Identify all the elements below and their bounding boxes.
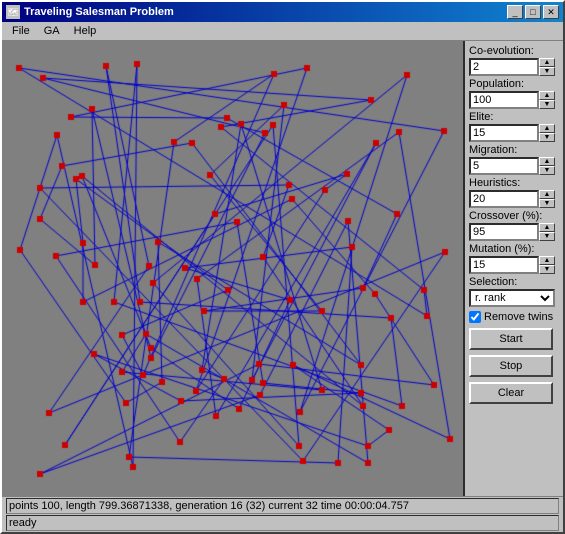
crossover-label: Crossover (%): [469,210,559,222]
coevolution-down[interactable]: ▼ [539,67,555,76]
status-info: points 100, length 799.36871338, generat… [6,498,559,514]
status-state: ready [6,515,559,531]
status-bar: points 100, length 799.36871338, generat… [2,496,563,532]
tsp-canvas-area[interactable] [2,41,463,496]
tsp-visualization [2,41,463,496]
mutation-spin-buttons: ▲ ▼ [539,256,555,274]
heuristics-up[interactable]: ▲ [539,190,555,199]
elite-spin-buttons: ▲ ▼ [539,124,555,142]
population-group: Population: ▲ ▼ [469,78,559,109]
coevolution-group: Co-evolution: ▲ ▼ [469,45,559,76]
migration-group: Migration: ▲ ▼ [469,144,559,175]
heuristics-spin-buttons: ▲ ▼ [539,190,555,208]
stop-button[interactable]: Stop [469,355,553,377]
crossover-group: Crossover (%): ▲ ▼ [469,210,559,241]
population-label: Population: [469,78,559,90]
heuristics-input[interactable] [469,190,539,208]
elite-spin-row: ▲ ▼ [469,124,559,142]
population-spin-row: ▲ ▼ [469,91,559,109]
population-input[interactable] [469,91,539,109]
main-window: 🗺 Traveling Salesman Problem _ □ ✕ File … [0,0,565,534]
mutation-label: Mutation (%): [469,243,559,255]
start-button[interactable]: Start [469,328,553,350]
menu-ga[interactable]: GA [38,24,66,38]
selection-group: Selection: r. rank tournament roulette [469,276,559,307]
title-bar: 🗺 Traveling Salesman Problem _ □ ✕ [2,2,563,22]
heuristics-group: Heuristics: ▲ ▼ [469,177,559,208]
migration-spin-buttons: ▲ ▼ [539,157,555,175]
sidebar: Co-evolution: ▲ ▼ Population: ▲ ▼ [463,41,563,496]
coevolution-up[interactable]: ▲ [539,58,555,67]
elite-input[interactable] [469,124,539,142]
mutation-spin-row: ▲ ▼ [469,256,559,274]
elite-group: Elite: ▲ ▼ [469,111,559,142]
heuristics-down[interactable]: ▼ [539,199,555,208]
migration-spin-row: ▲ ▼ [469,157,559,175]
app-icon: 🗺 [6,5,20,19]
heuristics-spin-row: ▲ ▼ [469,190,559,208]
coevolution-input[interactable] [469,58,539,76]
title-buttons: _ □ ✕ [507,5,559,19]
coevolution-spin-buttons: ▲ ▼ [539,58,555,76]
close-button[interactable]: ✕ [543,5,559,19]
title-bar-left: 🗺 Traveling Salesman Problem [6,5,174,19]
migration-input[interactable] [469,157,539,175]
migration-down[interactable]: ▼ [539,166,555,175]
remove-twins-row: Remove twins [469,311,559,323]
menu-help[interactable]: Help [68,24,103,38]
minimize-button[interactable]: _ [507,5,523,19]
migration-up[interactable]: ▲ [539,157,555,166]
mutation-down[interactable]: ▼ [539,265,555,274]
crossover-input[interactable] [469,223,539,241]
elite-down[interactable]: ▼ [539,133,555,142]
heuristics-label: Heuristics: [469,177,559,189]
population-spin-buttons: ▲ ▼ [539,91,555,109]
window-title: Traveling Salesman Problem [24,6,174,18]
population-up[interactable]: ▲ [539,91,555,100]
selection-select-row: r. rank tournament roulette [469,289,559,307]
selection-select[interactable]: r. rank tournament roulette [469,289,555,307]
crossover-spin-buttons: ▲ ▼ [539,223,555,241]
crossover-up[interactable]: ▲ [539,223,555,232]
content-area: Co-evolution: ▲ ▼ Population: ▲ ▼ [2,41,563,496]
crossover-spin-row: ▲ ▼ [469,223,559,241]
coevolution-label: Co-evolution: [469,45,559,57]
menu-file[interactable]: File [6,24,36,38]
elite-label: Elite: [469,111,559,123]
remove-twins-checkbox[interactable] [469,311,481,323]
selection-label: Selection: [469,276,559,288]
migration-label: Migration: [469,144,559,156]
population-down[interactable]: ▼ [539,100,555,109]
mutation-group: Mutation (%): ▲ ▼ [469,243,559,274]
remove-twins-label: Remove twins [484,311,553,323]
coevolution-spin-row: ▲ ▼ [469,58,559,76]
mutation-input[interactable] [469,256,539,274]
elite-up[interactable]: ▲ [539,124,555,133]
clear-button[interactable]: Clear [469,382,553,404]
crossover-down[interactable]: ▼ [539,232,555,241]
mutation-up[interactable]: ▲ [539,256,555,265]
menubar: File GA Help [2,22,563,41]
maximize-button[interactable]: □ [525,5,541,19]
